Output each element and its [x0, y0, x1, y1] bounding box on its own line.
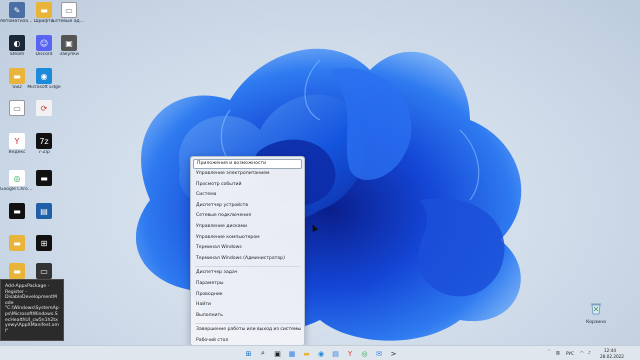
menu-item-label: Терминал Windows (Администратор) [196, 255, 285, 261]
menu-item[interactable]: Выполнить [191, 311, 304, 322]
menu-item[interactable]: Просмотр событий [191, 180, 304, 191]
yandex-icon[interactable]: Y [345, 348, 356, 359]
terminal-icon: ▬ [9, 203, 25, 219]
menu-separator [195, 322, 300, 324]
menu-item[interactable]: Проводник [191, 290, 304, 301]
menu-item[interactable]: Управление дисками [191, 222, 304, 233]
desktop-icon[interactable]: ▤ [27, 203, 61, 220]
edge-icon: ◉ [36, 68, 52, 84]
tray-wifi-icon[interactable]: ◠ [580, 350, 584, 355]
menu-item-label: Управление дисками [196, 223, 248, 229]
task-view-icon[interactable]: ▣ [272, 348, 283, 359]
menu-item-label: Приложения и возможности [197, 161, 267, 166]
tray-chevron-icon[interactable]: ˄ [548, 349, 550, 354]
recycle-bin-label: Корзина [586, 320, 606, 325]
desktop-icon[interactable]: ▣ Закупки [52, 35, 86, 57]
menu-item-label: Управление электропитанием [196, 171, 270, 176]
desktop-icon[interactable]: ⟳ [27, 100, 61, 117]
menu-item-label: Параметры [196, 280, 224, 286]
menu-item[interactable]: Диспетчер задач [191, 268, 304, 279]
menu-item-label: Сетевые подключения [196, 213, 252, 219]
steam-icon: ◐ [9, 35, 25, 51]
menu-item[interactable]: Терминал Windows [191, 243, 304, 254]
desktop: ✎Автоматизация▬Шрифты▭Сетевые адреса◐Ste… [0, 0, 640, 345]
menu-item[interactable]: Диспетчер устройств [191, 201, 304, 212]
widgets-icon[interactable]: ▦ [287, 348, 298, 359]
menu-item[interactable]: Параметры [191, 279, 304, 290]
tool-icon: ✎ [9, 2, 25, 18]
tray-date[interactable]: 28.02.2022 [600, 354, 624, 359]
folder-icon: ▬ [9, 235, 25, 251]
tray-time[interactable]: 12:44 [604, 348, 616, 353]
desktop-icon[interactable]: ▬ [27, 170, 61, 187]
recycle-bin-icon [591, 303, 601, 315]
windows-icon: ⊞ [36, 235, 52, 251]
start-icon[interactable]: ⊞ [243, 348, 254, 359]
chrome-icon: ◎ [9, 170, 25, 186]
menu-item[interactable]: Рабочий стол [191, 336, 304, 345]
menu-item-label: Найти [196, 302, 211, 308]
document-icon: ▭ [61, 2, 77, 18]
search-icon[interactable]: ⌕ [258, 348, 269, 359]
desktop-icon[interactable]: 7z 7-Zip [27, 133, 61, 155]
discord-icon: ☺ [36, 35, 52, 51]
menu-item[interactable]: Найти [191, 300, 304, 311]
tray-language[interactable]: РУС [566, 351, 574, 356]
folder-icon: ▬ [9, 263, 25, 279]
menu-item[interactable]: Управление электропитанием [191, 169, 304, 180]
menu-item[interactable]: Приложения и возможности [193, 159, 302, 169]
menu-item[interactable]: Управление компьютером [191, 233, 304, 244]
photo-icon: ▣ [61, 35, 77, 51]
menu-item-label: Проводник [196, 291, 223, 297]
menu-item-label: Система [196, 192, 217, 198]
command-tooltip: Add-AppxPackage -Register -DisableDevelo… [0, 279, 64, 341]
folder-icon: ▬ [9, 68, 25, 84]
monitor-icon: ▭ [36, 263, 52, 279]
menu-item[interactable]: Завершение работы или выход из системы › [191, 325, 304, 336]
menu-item[interactable]: Сетевые подключения [191, 211, 304, 222]
desktop-icon[interactable]: ▭ [27, 263, 61, 280]
menu-item-label: Диспетчер устройств [196, 202, 249, 208]
app-icon: ▤ [36, 203, 52, 219]
terminal-icon: ▬ [36, 170, 52, 186]
wallpaper-bloom [135, 48, 522, 341]
7zip-icon: 7z [36, 133, 52, 149]
start-context-menu: Приложения и возможности Управление элект… [190, 156, 305, 345]
menu-item-label: Выполнить [196, 312, 223, 318]
taskbar: ⊞ ⌕ ▣ ▦ ▬ ◉ ▤ Y ◎ ✉ > ˄ ▥ РУС ◠ ♪ 12:44 28.02.2022 [0, 345, 640, 360]
yandex-icon: Y [9, 133, 25, 149]
tray-volume-icon[interactable]: ♪ [588, 350, 591, 355]
menu-item[interactable]: Терминал Windows (Администратор) [191, 254, 304, 265]
chrome-icon[interactable]: ◎ [359, 348, 370, 359]
mail-icon[interactable]: ✉ [374, 348, 385, 359]
document-icon: ▭ [9, 100, 25, 116]
menu-item-label: Управление компьютером [196, 234, 260, 240]
file-explorer-icon[interactable]: ▬ [301, 348, 312, 359]
desktop-icon[interactable]: ▭Сетевые адреса [52, 2, 86, 24]
desktop-icon[interactable]: ◉ Microsoft Edge [27, 68, 61, 90]
sync-icon: ⟳ [36, 100, 52, 116]
tray-network-icon[interactable]: ▥ [556, 350, 560, 355]
recycle-bin[interactable]: Корзина [584, 300, 608, 325]
menu-item-label: Завершение работы или выход из системы [196, 327, 302, 333]
edge-icon[interactable]: ◉ [316, 348, 327, 359]
desktop-icon-label: Google Chrome [0, 187, 34, 192]
menu-item-label: Диспетчер задач [196, 270, 238, 276]
store-icon[interactable]: ▤ [330, 348, 341, 359]
desktop-icon-label: 7-Zip [38, 150, 50, 155]
terminal-icon[interactable]: > [388, 348, 399, 359]
menu-item[interactable]: Система [191, 190, 304, 201]
desktop-icon-label: Закупки [59, 52, 79, 57]
menu-item-label: Просмотр событий [196, 181, 242, 187]
desktop-icon-label: Сетевые адреса [52, 19, 86, 24]
menu-separator [195, 265, 300, 267]
menu-item-label: Рабочий стол [196, 337, 229, 343]
menu-item-label: Терминал Windows [196, 245, 242, 251]
chevron-right-icon: › [297, 327, 299, 333]
folder-icon: ▬ [36, 2, 52, 18]
desktop-icon-label: Microsoft Edge [27, 85, 61, 90]
desktop-icon[interactable]: ⊞ [27, 235, 61, 252]
